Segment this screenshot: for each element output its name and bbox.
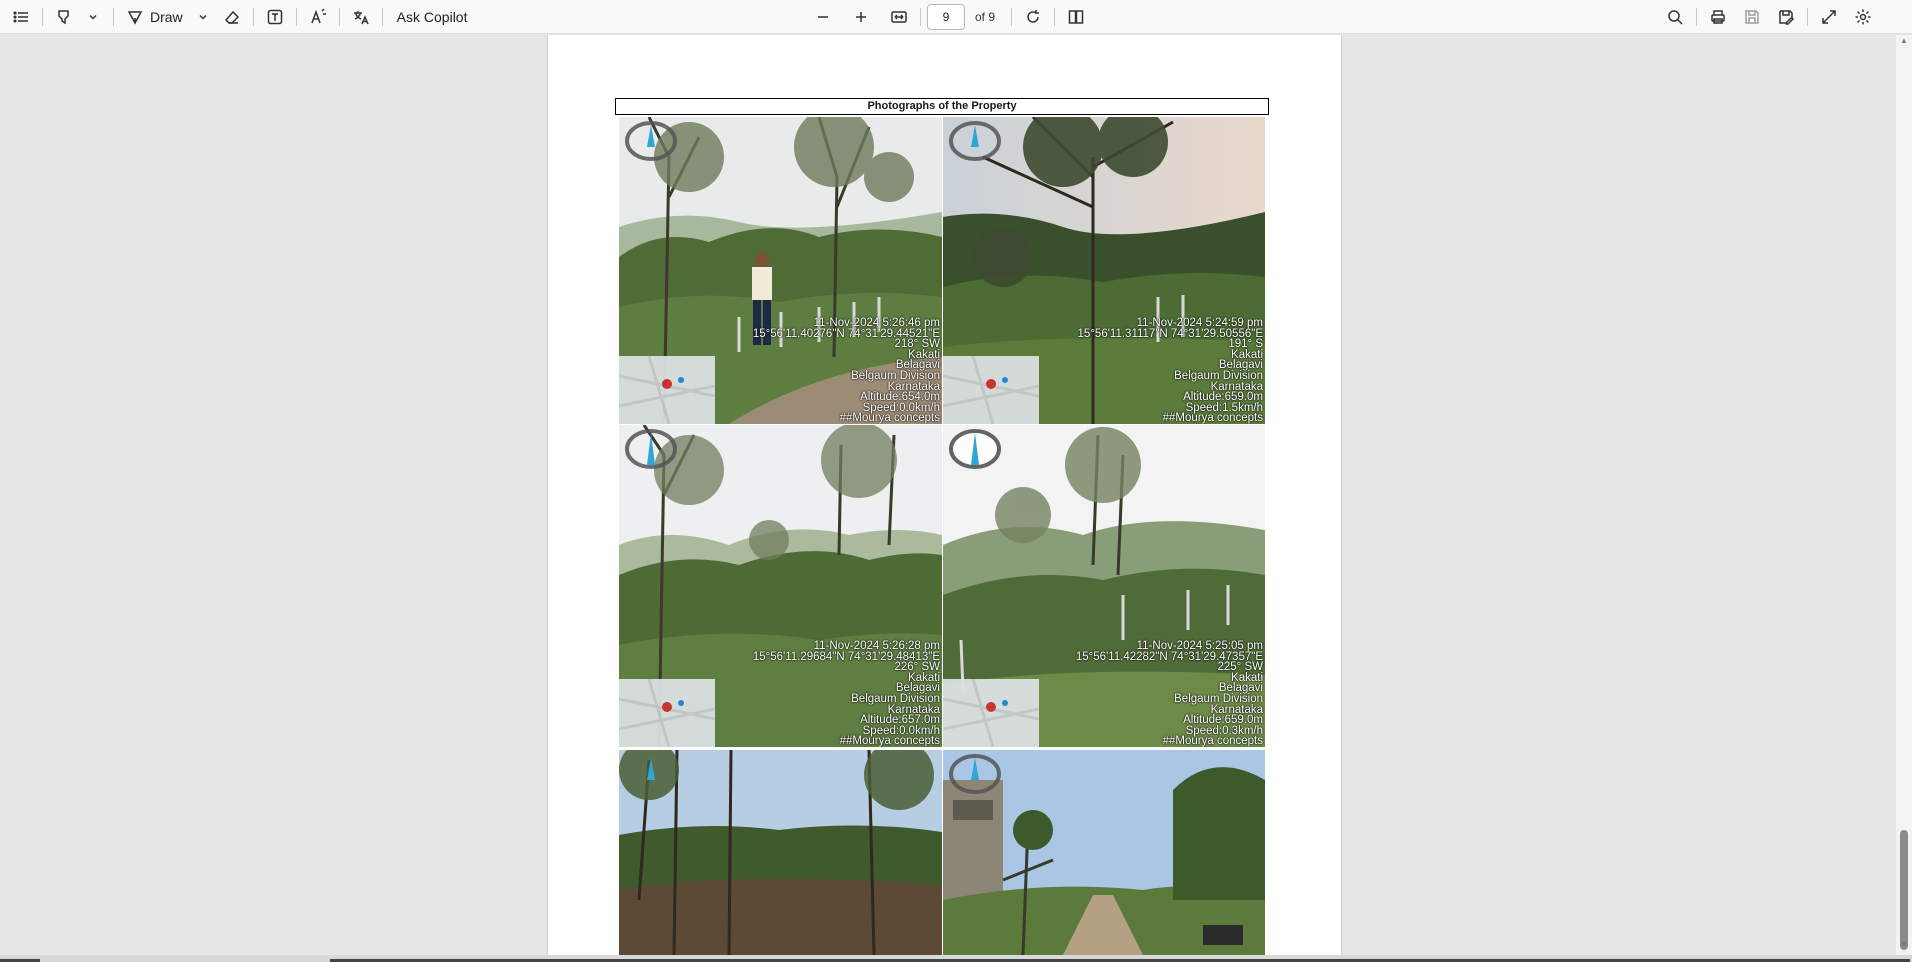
pdf-page: Photographs of the Property 11-Nov-2024 … — [548, 35, 1341, 955]
page-view-button[interactable] — [1061, 3, 1091, 31]
save-as-button[interactable] — [1771, 3, 1801, 31]
photo-metadata-stamp: 11-Nov-2024 5:24:59 pm 15°56'11.31117"N … — [1078, 318, 1263, 424]
compass-icon — [949, 121, 1001, 161]
zoom-out-button[interactable] — [808, 3, 838, 31]
read-aloud-button[interactable] — [303, 3, 333, 31]
translate-icon — [353, 10, 369, 24]
minus-icon — [818, 15, 828, 18]
property-photo-6 — [943, 750, 1265, 955]
eraser-icon — [224, 10, 239, 24]
highlighter-icon — [58, 9, 69, 24]
photo-metadata-stamp: 11-Nov-2024 5:25:05 pm 15°56'11.42282"N … — [1076, 641, 1263, 747]
compass-icon — [949, 429, 1001, 469]
save-icon — [1745, 9, 1759, 24]
highlight-button[interactable] — [49, 3, 79, 31]
print-button[interactable] — [1703, 3, 1733, 31]
scrollbar-thumb[interactable] — [1900, 830, 1908, 950]
pen-icon — [127, 10, 143, 25]
location-minimap — [619, 355, 716, 424]
compass-icon — [949, 754, 1001, 794]
scroll-down-icon[interactable]: ▼ — [1900, 941, 1908, 949]
compass-icon — [625, 429, 677, 469]
full-screen-button[interactable] — [1814, 3, 1844, 31]
chevron-down-icon — [199, 14, 207, 20]
toolbar-separator — [113, 7, 114, 26]
property-photo-2: 11-Nov-2024 5:24:59 pm 15°56'11.31117"N … — [943, 117, 1265, 424]
stamp-line: ##Mourya concepts — [1162, 735, 1263, 747]
property-photo-5 — [619, 750, 942, 955]
page-view-icon — [1068, 9, 1084, 24]
page-count: of 9 — [975, 9, 996, 24]
printer-icon — [1711, 9, 1725, 24]
fit-to-width-button[interactable] — [884, 3, 914, 31]
chevron-down-icon — [89, 14, 97, 20]
table-of-contents-button[interactable] — [6, 3, 36, 31]
property-photo-4: 11-Nov-2024 5:25:05 pm 15°56'11.42282"N … — [943, 425, 1265, 747]
vertical-scrollbar[interactable]: ▲ ▼ — [1896, 35, 1912, 955]
toolbar-separator — [1011, 7, 1013, 26]
settings-button[interactable] — [1848, 3, 1878, 31]
rotate-icon — [1027, 9, 1040, 23]
gear-icon — [1855, 9, 1871, 24]
property-photo-3: 11-Nov-2024 5:26:28 pm 15°56'11.29684"N … — [619, 425, 942, 747]
map-pin-icon — [943, 678, 1040, 747]
toolbar-separator — [1054, 7, 1056, 26]
map-pin-icon — [619, 355, 716, 424]
toolbar-separator — [42, 7, 43, 26]
add-text-button[interactable] — [260, 3, 290, 31]
map-pin-icon — [943, 355, 1040, 424]
ask-copilot-label: Ask Copilot — [396, 8, 468, 25]
translate-button[interactable] — [346, 3, 376, 31]
toolbar-separator — [1807, 7, 1808, 26]
zoom-in-button[interactable] — [846, 3, 876, 31]
location-minimap — [943, 355, 1040, 424]
section-title: Photographs of the Property — [615, 98, 1269, 115]
draw-options-dropdown[interactable] — [189, 3, 217, 31]
draw-button[interactable]: Draw — [120, 3, 189, 31]
plus-icon — [856, 11, 866, 22]
list-icon — [13, 10, 28, 23]
fit-width-icon — [891, 10, 907, 23]
page-number-input[interactable]: 9 — [927, 3, 965, 30]
compass-icon — [625, 121, 677, 161]
read-aloud-icon — [310, 7, 326, 23]
compass-icon — [647, 758, 655, 780]
stamp-line: ##Mourya concepts — [1162, 412, 1263, 424]
location-minimap — [619, 678, 716, 747]
rotate-button[interactable] — [1018, 3, 1048, 31]
erase-button[interactable] — [217, 3, 247, 31]
toolbar-separator — [920, 7, 921, 26]
text-box-icon — [267, 9, 282, 24]
map-pin-icon — [619, 678, 716, 747]
toolbar-separator — [381, 7, 383, 26]
save-as-icon — [1779, 9, 1795, 25]
property-photo-1: 11-Nov-2024 5:26:46 pm 15°56'11.40276"N … — [619, 117, 942, 424]
photo-metadata-stamp: 11-Nov-2024 5:26:46 pm 15°56'11.40276"N … — [753, 318, 940, 424]
toolbar-separator — [1696, 7, 1697, 26]
scroll-up-icon[interactable]: ▲ — [1900, 37, 1908, 45]
stamp-line: ##Mourya concepts — [839, 735, 940, 747]
pdf-toolbar: Draw Ask Copilot 9 of 9 — [0, 0, 1912, 34]
save-button[interactable] — [1737, 3, 1767, 31]
search-button[interactable] — [1660, 3, 1690, 31]
location-minimap — [943, 678, 1040, 747]
highlight-options-dropdown[interactable] — [79, 3, 107, 31]
toolbar-separator — [252, 7, 254, 26]
stamp-line: ##Mourya concepts — [839, 412, 940, 424]
bottom-bar — [0, 955, 1912, 962]
expand-icon — [1822, 9, 1836, 24]
search-icon — [1668, 9, 1683, 25]
toolbar-separator — [295, 7, 297, 26]
toolbar-separator — [338, 7, 340, 26]
photo-metadata-stamp: 11-Nov-2024 5:26:28 pm 15°56'11.29684"N … — [753, 641, 940, 747]
draw-label: Draw — [150, 8, 183, 25]
document-viewer[interactable]: Photographs of the Property 11-Nov-2024 … — [0, 35, 1896, 955]
ask-copilot-button[interactable]: Ask Copilot — [389, 3, 476, 31]
